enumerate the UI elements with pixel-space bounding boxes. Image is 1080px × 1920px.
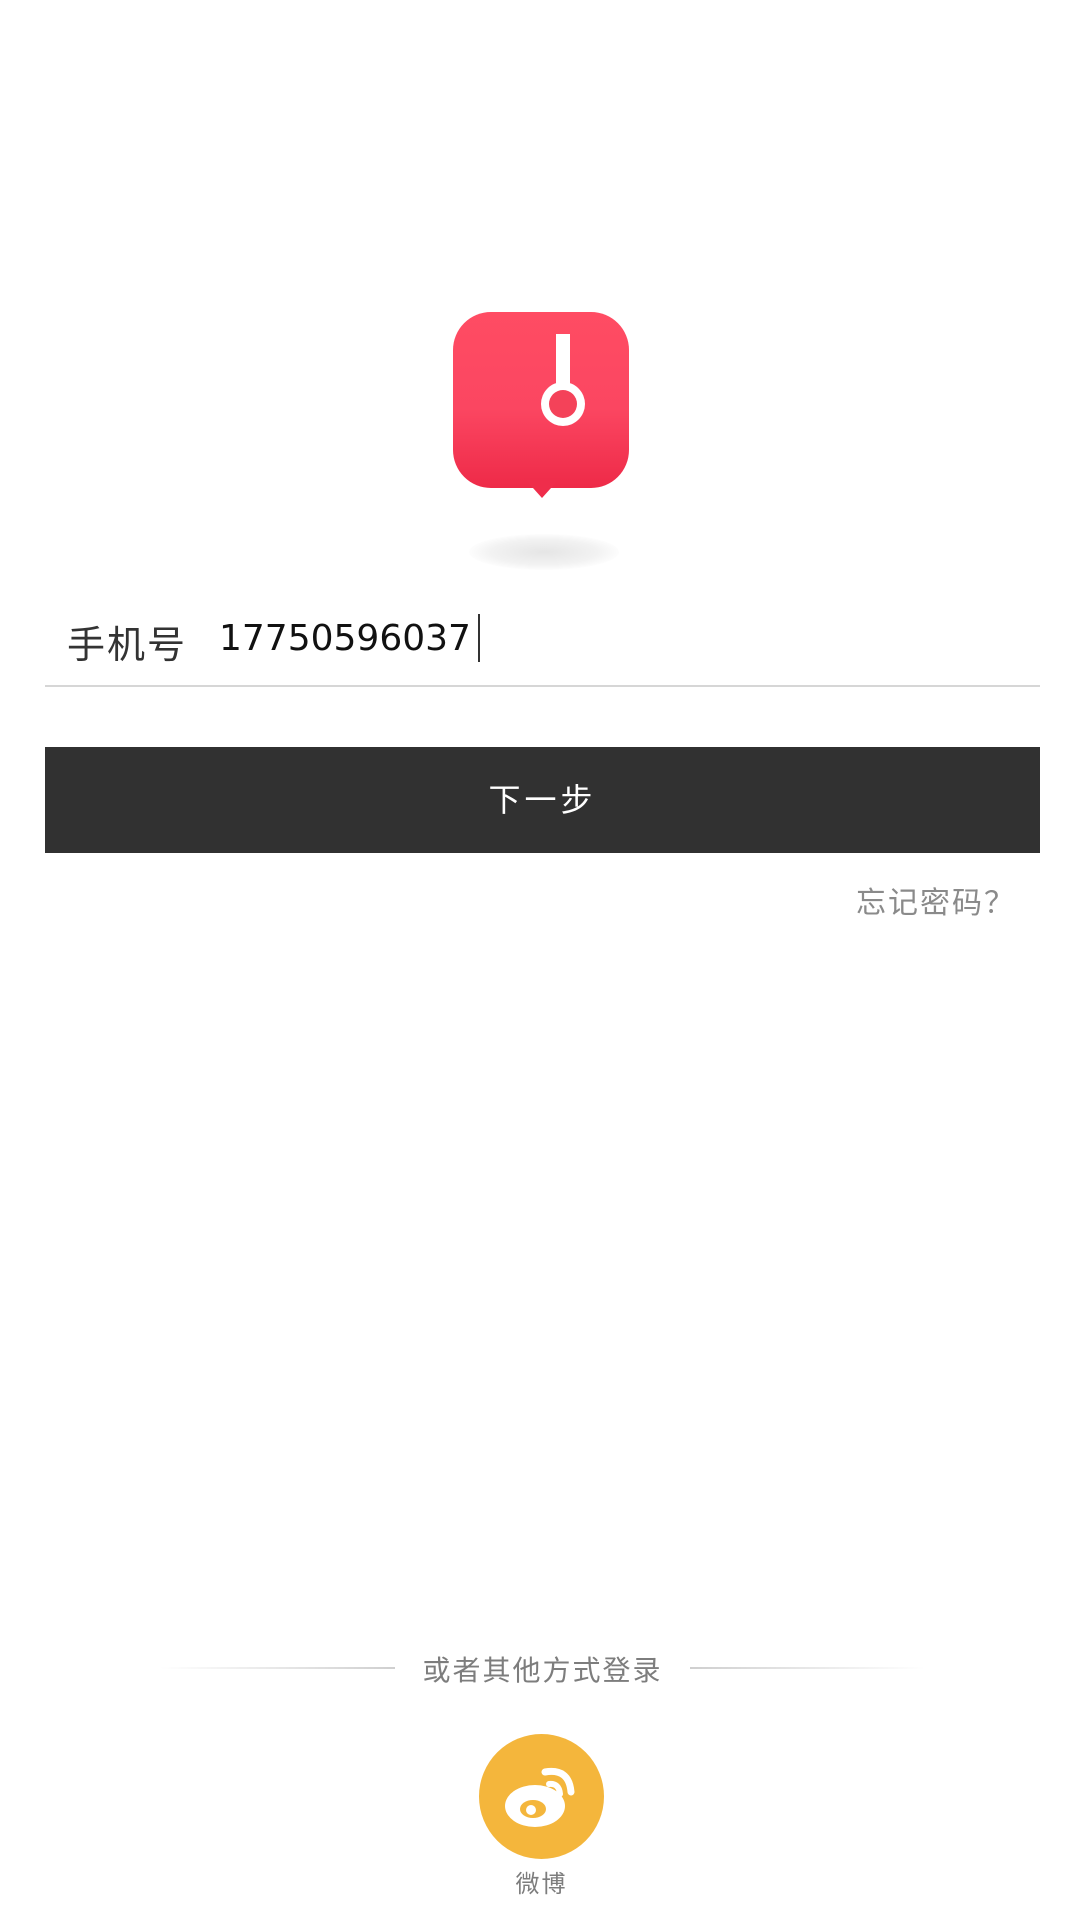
weibo-login-button[interactable]: [479, 1734, 604, 1859]
divider-line-right: [690, 1667, 925, 1669]
other-login-label: 或者其他方式登录: [422, 1654, 663, 1687]
phone-input[interactable]: [213, 612, 819, 664]
divider-line-left: [160, 1667, 395, 1669]
phone-field-row: 手机号: [45, 600, 1040, 687]
forgot-password-link[interactable]: 忘记密码？: [856, 878, 1016, 922]
text-caret: [478, 614, 480, 662]
login-screen: 手机号 下一步 忘记密码？ 或者其他方式登录 微博: [0, 0, 1080, 1920]
headphones-logo-icon: [453, 312, 629, 488]
logo-shadow: [469, 534, 619, 570]
app-logo: [453, 312, 629, 572]
next-step-button[interactable]: 下一步: [45, 747, 1040, 853]
logo-bubble-tail: [524, 478, 560, 498]
weibo-label: 微博: [515, 1870, 568, 1898]
weibo-icon: [505, 1767, 575, 1827]
phone-label: 手机号: [67, 623, 188, 667]
